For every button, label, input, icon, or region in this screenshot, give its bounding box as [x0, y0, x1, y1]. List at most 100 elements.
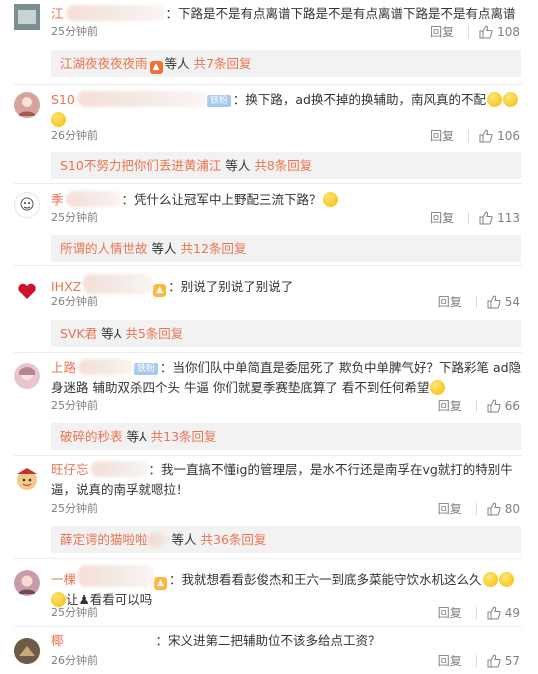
like-count: 113 — [497, 211, 520, 225]
heart-avatar-icon[interactable] — [14, 278, 40, 304]
smile-emoji-icon — [502, 92, 518, 107]
comment-actions: 回复 66 — [438, 398, 520, 414]
comment-username[interactable]: 江 — [51, 6, 64, 21]
comment-actions: 回复 80 — [438, 501, 520, 517]
divider — [14, 626, 522, 627]
divider — [14, 352, 522, 353]
reply-button[interactable]: 回复 — [438, 294, 462, 310]
comment-actions: 回复 54 — [438, 294, 520, 310]
user-avatar-icon[interactable] — [14, 466, 40, 492]
like-count: 106 — [497, 129, 520, 143]
grin-emoji-icon — [498, 572, 514, 587]
divider — [14, 558, 522, 559]
subreply-summary[interactable]: 江湖夜夜夜夜雨 ▲ 等人 共7条回复 — [51, 50, 521, 77]
thumbs-up-icon — [487, 654, 501, 668]
like-count: 80 — [504, 502, 520, 516]
comment-text: 我一直搞不懂ig的管理层，是水不行还是南孚在vg就打的特别牛 — [161, 462, 513, 477]
comment-username[interactable]: 椰 — [51, 633, 64, 648]
vip-badge-icon: ▲ — [153, 284, 167, 297]
comment-text: 凭什么让冠军中上野配三流下路？ — [134, 192, 322, 207]
blurred-username — [83, 274, 154, 294]
blurred-username — [65, 191, 122, 207]
reply-button[interactable]: 回复 — [430, 128, 454, 144]
comment-text: 宋义进第二把辅助位不该多给点工资？ — [168, 633, 381, 648]
like-button[interactable]: 108 — [479, 24, 520, 40]
comment-username[interactable]: 上路 — [51, 360, 76, 375]
blurred-username — [90, 461, 149, 477]
blurred-username — [65, 632, 156, 648]
user-avatar-icon[interactable] — [14, 92, 40, 118]
fire-badge-icon: ▲ — [149, 61, 163, 74]
comment-actions: 回复 108 — [430, 24, 520, 40]
comment-time: 26分钟前 — [51, 129, 98, 142]
thumbs-up-icon — [487, 502, 501, 516]
user-avatar-icon[interactable] — [14, 192, 40, 218]
comment-list: 江：下路是不是有点离谱下路是不是有点离谱下路是不是有点离谱 25分钟前 回复 1… — [0, 0, 538, 674]
comment-username[interactable]: 季 — [51, 192, 64, 207]
comment-time: 25分钟前 — [51, 25, 98, 38]
subreply-username[interactable]: SVK君 — [60, 326, 97, 341]
subreply-summary[interactable]: S10不努力把你们丢进黄浦江 等人 共8条回复 — [51, 152, 521, 179]
subreply-count[interactable]: 共7条回复 — [194, 56, 252, 71]
comment-actions: 回复 113 — [430, 210, 520, 226]
comment-time: 26分钟前 — [51, 295, 98, 308]
user-avatar-icon[interactable] — [14, 638, 40, 664]
like-button[interactable]: 54 — [487, 294, 520, 310]
subreply-count[interactable]: 共5条回复 — [125, 326, 183, 341]
reply-button[interactable]: 回复 — [430, 24, 454, 40]
like-button[interactable]: 57 — [487, 653, 520, 669]
thumbs-up-icon — [479, 211, 493, 225]
divider — [14, 265, 522, 266]
like-button[interactable]: 106 — [479, 128, 520, 144]
comment-text: 下路是不是有点离谱下路是不是有点离谱下路是不是有点离谱 — [178, 6, 516, 21]
thinking-emoji-icon — [322, 192, 338, 207]
comment-text: 我就想看看彭俊杰和王六一到底多菜能守饮水机这么久 — [181, 572, 482, 587]
divider — [14, 84, 522, 85]
comment-time: 25分钟前 — [51, 606, 98, 619]
comment-username[interactable]: 一棵 — [51, 572, 76, 587]
subreply-username[interactable]: S10不努力把你们丢进黄浦江 — [60, 158, 221, 173]
like-count: 57 — [504, 654, 520, 668]
user-avatar-icon[interactable] — [14, 363, 40, 389]
comment-text: 换下路，ad换不掉的换辅助，南风真的不配 — [245, 92, 486, 107]
subreply-summary[interactable]: SVK君 等⅄ 共5条回复 — [51, 320, 521, 347]
subreply-username[interactable]: 薛定谔的猫啦啦 — [60, 532, 148, 547]
subreply-count[interactable]: 共8条回复 — [254, 158, 312, 173]
subreply-summary[interactable]: 薛定谔的猫啦啦 等人 共36条回复 — [51, 526, 521, 553]
blurred-username — [147, 533, 168, 547]
subreply-username[interactable]: 破碎的秒表 — [60, 429, 123, 444]
comment-username[interactable]: 旺仔忘 — [51, 462, 89, 477]
comment-username[interactable]: S10 — [51, 92, 75, 107]
comment-username[interactable]: IHXZ — [51, 279, 81, 294]
blurred-username — [78, 359, 135, 375]
comment-text: 看看可以吗 — [89, 592, 153, 607]
reply-button[interactable]: 回复 — [438, 653, 462, 669]
reply-button[interactable]: 回复 — [438, 501, 462, 517]
comment-time: 25分钟前 — [51, 399, 98, 412]
subreply-username[interactable]: 所谓的人情世故 — [60, 241, 148, 256]
comment-time: 25分钟前 — [51, 211, 98, 224]
thumbs-up-icon — [479, 129, 493, 143]
reply-button[interactable]: 回复 — [438, 605, 462, 621]
like-button[interactable]: 80 — [487, 501, 520, 517]
comment-text: 身迷路 辅助双杀四个头 牛逼 你们就夏季赛垫底算了 看不到任何希望 — [51, 380, 430, 395]
subreply-count[interactable]: 共36条回复 — [201, 532, 267, 547]
blurred-username — [78, 565, 155, 587]
subreply-count[interactable]: 共13条回复 — [151, 429, 217, 444]
subreply-count[interactable]: 共12条回复 — [181, 241, 247, 256]
subreply-summary[interactable]: 破碎的秒表 等⅄ 共13条回复 — [51, 423, 521, 450]
reply-button[interactable]: 回复 — [438, 398, 462, 414]
like-button[interactable]: 66 — [487, 398, 520, 414]
verified-badge-icon: 铁粉 — [206, 95, 231, 107]
subreply-username[interactable]: 江湖夜夜夜夜雨 — [60, 56, 148, 71]
reply-button[interactable]: 回复 — [430, 210, 454, 226]
like-button[interactable]: 113 — [479, 210, 520, 226]
user-avatar-icon[interactable] — [14, 570, 40, 596]
subreply-summary[interactable]: 所谓的人情世故 等人 共12条回复 — [51, 235, 521, 262]
vip-badge-icon: ▲ — [154, 577, 168, 590]
user-avatar-icon[interactable] — [14, 4, 40, 30]
comment-time: 26分钟前 — [51, 654, 98, 667]
like-button[interactable]: 49 — [487, 605, 520, 621]
blurred-username — [65, 5, 166, 21]
comment-time: 25分钟前 — [51, 502, 98, 515]
